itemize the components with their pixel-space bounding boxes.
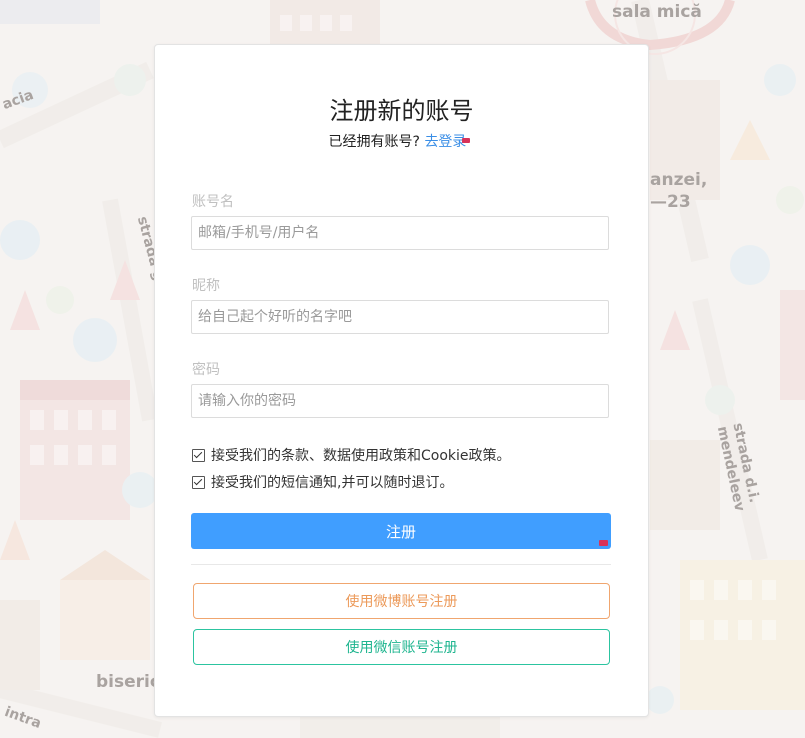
terms-checkbox[interactable] <box>192 448 205 462</box>
sms-agreement[interactable]: 接受我们的短信通知,并可以随时退订。 <box>192 472 453 492</box>
nickname-label: 昵称 <box>192 278 220 294</box>
flag-icon <box>462 138 471 143</box>
sms-text: 接受我们的短信通知,并可以随时退订。 <box>211 475 454 491</box>
password-label: 密码 <box>192 362 220 378</box>
login-link[interactable]: 去登录 <box>424 134 466 150</box>
nickname-input[interactable] <box>191 300 609 334</box>
wechat-register-button[interactable]: 使用微信账号注册 <box>193 629 610 665</box>
register-button-label: 注册 <box>385 522 416 541</box>
register-button[interactable]: 注册 <box>191 513 611 549</box>
account-input[interactable] <box>191 216 609 250</box>
account-label: 账号名 <box>192 194 234 210</box>
page-title: 注册新的账号 <box>329 97 474 125</box>
password-input[interactable] <box>191 384 609 418</box>
divider <box>191 564 611 565</box>
login-prompt-text: 已经拥有账号? <box>328 134 420 150</box>
sms-checkbox[interactable] <box>192 475 205 489</box>
map-label: —23 <box>650 192 691 212</box>
map-label: biseric <box>96 672 160 692</box>
login-prompt: 已经拥有账号? 去登录 <box>155 131 648 151</box>
register-card: 注册新的账号 已经拥有账号? 去登录 账号名 昵称 密码 接受我们的条款、数据使… <box>154 44 649 717</box>
flag-icon <box>599 540 608 546</box>
weibo-register-button[interactable]: 使用微博账号注册 <box>193 583 610 619</box>
map-label: anzei, <box>650 170 708 190</box>
terms-agreement[interactable]: 接受我们的条款、数据使用政策和Cookie政策。 <box>192 445 511 465</box>
map-label: sala mică <box>612 2 702 22</box>
terms-text: 接受我们的条款、数据使用政策和Cookie政策。 <box>211 448 511 464</box>
